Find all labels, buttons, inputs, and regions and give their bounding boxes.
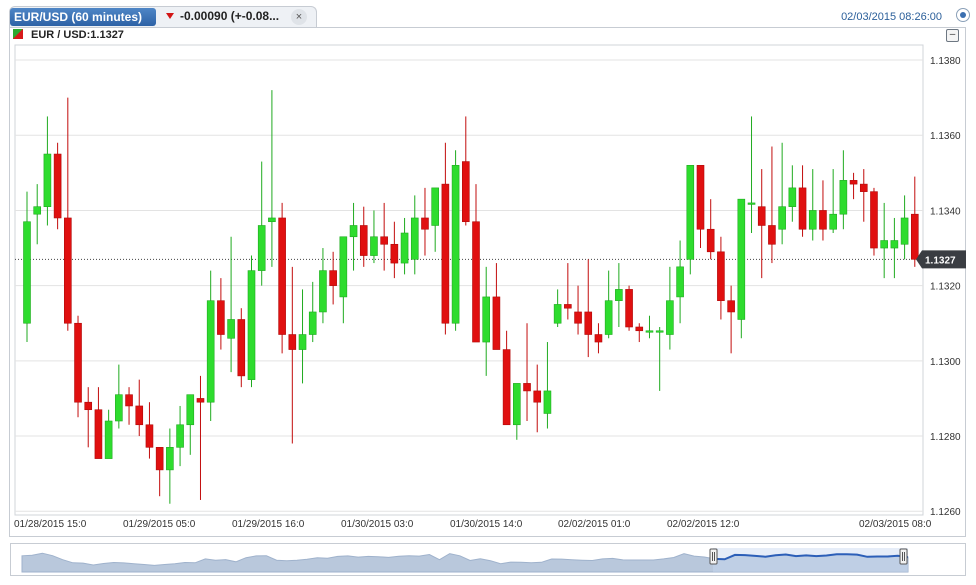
navigator-handle-icon[interactable] — [709, 548, 718, 565]
navigator-chart[interactable] — [0, 0, 976, 585]
navigator-handle-icon[interactable] — [899, 548, 908, 565]
navigator-selection — [713, 548, 908, 572]
